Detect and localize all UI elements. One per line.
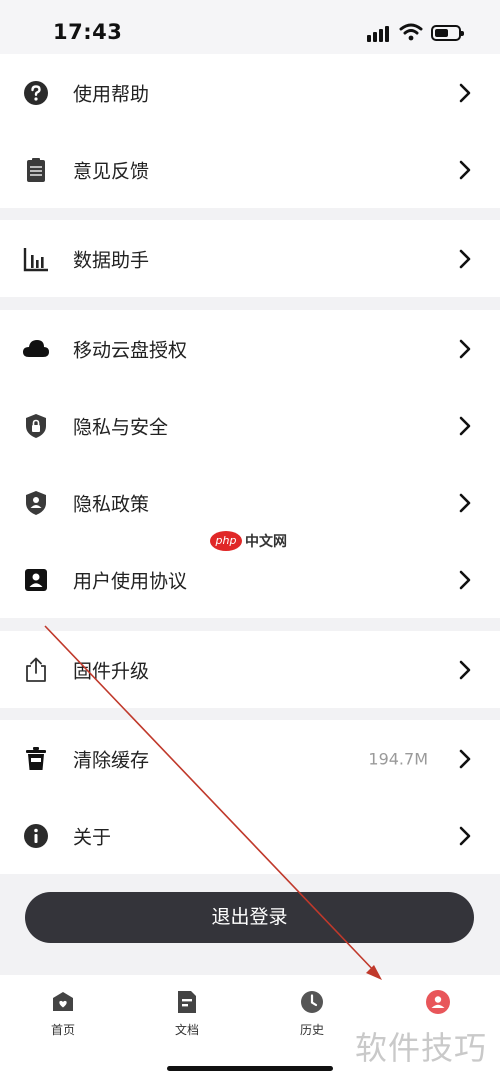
- chevron-right-icon: [459, 83, 471, 102]
- menu-item-cloud-auth[interactable]: 移动云盘授权: [0, 310, 500, 387]
- clipboard-icon: [22, 156, 50, 184]
- menu-label: 使用帮助: [73, 83, 150, 105]
- tab-label: 历史: [299, 1023, 324, 1037]
- menu-group-firmware: 固件升级: [0, 631, 500, 708]
- menu-item-user-agreement[interactable]: 用户使用协议: [0, 541, 500, 618]
- shield-lock-icon: [22, 412, 50, 440]
- bar-chart-icon: [22, 245, 50, 273]
- chevron-right-icon: [459, 339, 471, 358]
- logout-button[interactable]: 退出登录: [25, 892, 474, 943]
- menu-item-about[interactable]: 关于: [0, 797, 500, 874]
- chevron-right-icon: [459, 749, 471, 768]
- wifi-icon: [399, 23, 423, 41]
- cache-size: 194.7M: [368, 749, 428, 768]
- watermark-center: php 中文网: [210, 531, 287, 551]
- menu-group-help: 使用帮助 意见反馈: [0, 54, 500, 208]
- chevron-right-icon: [459, 160, 471, 179]
- watermark-corner: 软件技巧: [355, 1029, 488, 1067]
- watermark-text: 中文网: [245, 534, 287, 550]
- info-icon: [22, 822, 50, 850]
- chevron-right-icon: [459, 416, 471, 435]
- menu-label: 移动云盘授权: [73, 339, 188, 361]
- profile-icon: [426, 990, 450, 1014]
- menu-item-privacy-security[interactable]: 隐私与安全: [0, 387, 500, 464]
- chevron-right-icon: [459, 249, 471, 268]
- trash-icon: [22, 745, 50, 773]
- menu-group-data: 数据助手: [0, 220, 500, 297]
- home-indicator: [167, 1066, 333, 1071]
- menu-label: 数据助手: [73, 249, 150, 271]
- tab-label: 文档: [174, 1023, 199, 1037]
- menu-label: 固件升级: [73, 660, 150, 682]
- tab-label: 首页: [50, 1023, 75, 1037]
- menu-label: 用户使用协议: [73, 570, 188, 592]
- share-upload-icon: [22, 656, 50, 684]
- menu-label: 关于: [73, 826, 112, 848]
- tab-documents[interactable]: 文档: [147, 985, 227, 1045]
- shield-user-icon: [22, 489, 50, 517]
- status-bar: 17:43: [0, 0, 500, 62]
- menu-item-clear-cache[interactable]: 清除缓存 194.7M: [0, 720, 500, 797]
- watermark-logo: php: [210, 531, 242, 551]
- status-time: 17:43: [53, 20, 123, 44]
- clock-icon: [301, 991, 323, 1013]
- menu-item-privacy-policy[interactable]: 隐私政策: [0, 464, 500, 541]
- contact-card-icon: [22, 566, 50, 594]
- menu-item-help[interactable]: 使用帮助: [0, 54, 500, 131]
- menu-item-firmware-upgrade[interactable]: 固件升级: [0, 631, 500, 708]
- menu-label: 意见反馈: [73, 160, 150, 182]
- home-icon: [53, 992, 73, 1011]
- menu-item-data-assistant[interactable]: 数据助手: [0, 220, 500, 297]
- chevron-right-icon: [459, 493, 471, 512]
- tab-home[interactable]: 首页: [23, 985, 103, 1045]
- menu-label: 隐私政策: [73, 493, 150, 515]
- chevron-right-icon: [459, 570, 471, 589]
- help-circle-icon: [22, 79, 50, 107]
- menu-label: 清除缓存: [73, 749, 150, 771]
- tab-history[interactable]: 历史: [272, 985, 352, 1045]
- chevron-right-icon: [459, 826, 471, 845]
- battery-icon: [431, 25, 464, 41]
- menu-item-feedback[interactable]: 意见反馈: [0, 131, 500, 208]
- menu-group-privacy: 移动云盘授权 隐私与安全 隐私政策 用户使用协议: [0, 310, 500, 618]
- signal-icon: [367, 25, 391, 42]
- menu-group-system: 清除缓存 194.7M 关于: [0, 720, 500, 874]
- chevron-right-icon: [459, 660, 471, 679]
- document-icon: [178, 991, 196, 1013]
- menu-label: 隐私与安全: [73, 416, 169, 438]
- cloud-icon: [22, 335, 50, 363]
